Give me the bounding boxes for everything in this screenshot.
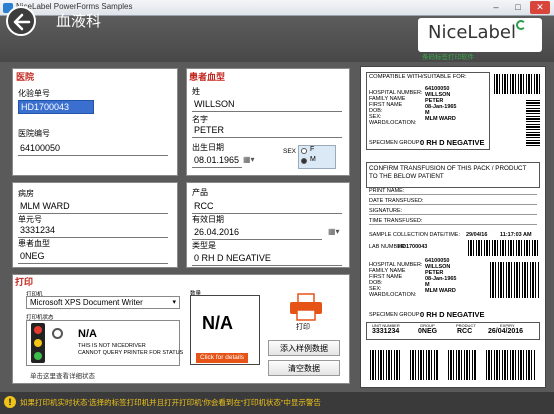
- ward-label: 病房: [18, 189, 34, 198]
- expiry-input[interactable]: 26.04.2016: [192, 226, 322, 240]
- label-field-row: WARD/LOCATION: MLM WARD: [369, 288, 479, 298]
- lab-number-value: HD1700043: [398, 244, 428, 250]
- print-button-label[interactable]: 打印: [296, 322, 310, 332]
- lab-no-label: 化验单号: [18, 89, 50, 98]
- maximize-button[interactable]: □: [508, 1, 528, 14]
- unit-input[interactable]: 3331234: [18, 224, 168, 238]
- unit-val: 3331234: [372, 328, 400, 335]
- product-val: RCC: [457, 328, 473, 335]
- barcode-icon: [486, 350, 536, 380]
- page-title: 血液科: [56, 12, 102, 30]
- signature-line: SIGNATURE:: [369, 208, 537, 215]
- product-input[interactable]: RCC: [192, 200, 342, 214]
- barcode-icon: [448, 350, 476, 380]
- print-section-title: 打印: [15, 277, 34, 287]
- green-light: [34, 352, 42, 360]
- barcode-icon: [370, 350, 400, 380]
- dob-label: 出生日期: [192, 143, 224, 152]
- yellow-light: [34, 339, 42, 347]
- quantity-value: N/A: [202, 313, 233, 333]
- first-name-input[interactable]: PETER: [192, 124, 342, 138]
- print-name-line: PRINT NAME:: [369, 188, 537, 195]
- patient-blood-label: 患者血型: [18, 239, 50, 248]
- sex-label: SEX: [283, 148, 297, 155]
- sample-collection-time: 11:17:03 AM: [500, 232, 532, 238]
- barcode-icon: [468, 240, 540, 256]
- sex-f-radio[interactable]: [301, 148, 307, 154]
- label-bottom-fields: HOSPITAL NUMBER: 64100050 FAMILY NAME WILL…: [369, 258, 479, 298]
- status-hint: 单击这里查看详细状态: [30, 373, 95, 380]
- specimen-group-value: 0 RH D NEGATIVE: [420, 138, 485, 147]
- arrow-left-icon: [13, 13, 31, 31]
- type-label: 类型是: [192, 241, 216, 250]
- warning-circle-icon: [52, 328, 63, 339]
- status-bar-text: 如果打印机实时状态‘选择的标签打印机并且打开打印机’你会看到在“打印机状态”中显…: [20, 398, 321, 407]
- sex-f-label: F: [310, 146, 315, 153]
- label-top-fields: HOSPITAL NUMBER: 64100050 FAMILY NAME WILL…: [369, 86, 479, 126]
- close-button[interactable]: ✕: [530, 1, 550, 14]
- vertical-barcode-icon: [526, 100, 540, 146]
- type-input[interactable]: 0 RH D NEGATIVE: [192, 252, 342, 266]
- logo-subtitle: 条码标签打印软件: [422, 54, 474, 61]
- printer-select-value: Microsoft XPS Document Writer: [30, 298, 143, 307]
- logo-text: NiceLabel: [428, 22, 516, 43]
- barcode-icon: [494, 74, 540, 94]
- hospital-section-title: 医院: [16, 72, 35, 82]
- calendar-icon[interactable]: ▦▾: [328, 227, 340, 236]
- dob-input[interactable]: 08.01.1965: [192, 154, 242, 168]
- status-code: N/A: [78, 328, 97, 340]
- surname-input[interactable]: WILLSON: [192, 98, 342, 112]
- label-field-row: WARD/LOCATION: MLM WARD: [369, 116, 479, 126]
- printer-icon: [290, 293, 322, 321]
- sample-data-button[interactable]: 添入样例数据: [268, 340, 340, 356]
- sample-collection-date: 29/04/16: [466, 232, 488, 238]
- calendar-icon[interactable]: ▦▾: [243, 155, 255, 164]
- print-button[interactable]: [288, 292, 324, 322]
- surname-label: 姓: [192, 87, 200, 96]
- expiry-label: 有效日期: [192, 215, 224, 224]
- label-top-title: COMPATIBLE WITH/SUITABLE FOR:: [369, 74, 467, 80]
- clear-data-button[interactable]: 清空数据: [268, 360, 340, 376]
- status-line-2: CANNOT QUERY PRINTER FOR STATUS: [78, 350, 184, 356]
- hospital-no-label: 医院编号: [18, 129, 50, 138]
- info-icon: !: [4, 396, 16, 408]
- barcode-icon: [410, 350, 438, 380]
- specimen-group-value-2: 0 RH D NEGATIVE: [420, 310, 485, 319]
- details-link[interactable]: Click for details: [196, 353, 248, 363]
- hospital-no-input[interactable]: 64100050: [18, 142, 168, 156]
- printer-select[interactable]: Microsoft XPS Document Writer ▾: [26, 296, 180, 309]
- group-val: 0NEG: [418, 328, 438, 335]
- specimen-group-label-2: SPECIMEN GROUP:: [369, 312, 421, 318]
- sample-collection-label: SAMPLE COLLECTION DATE/TIME:: [369, 232, 460, 238]
- expiry-val: 26/04/2016: [488, 328, 524, 335]
- confirm-line-2: TO THE BELOW PATIENT: [369, 173, 444, 180]
- red-light: [34, 326, 42, 334]
- label-field-value: MLM WARD: [425, 116, 456, 122]
- sex-m-radio[interactable]: [301, 158, 307, 164]
- logo-swoosh-icon: [516, 20, 526, 30]
- patient-section-title: 患者血型: [189, 72, 226, 82]
- label-field-key: WARD/LOCATION:: [369, 120, 417, 126]
- sex-m-label: M: [310, 156, 316, 163]
- back-button[interactable]: [6, 6, 36, 36]
- minimize-button[interactable]: –: [486, 1, 506, 14]
- traffic-light-icon: [31, 323, 45, 363]
- ward-input[interactable]: MLM WARD: [18, 200, 168, 214]
- status-line-1: THIS IS NOT NICEDRIVER: [78, 343, 146, 349]
- label-field-key: WARD/LOCATION:: [369, 292, 417, 298]
- date-transfused-line: DATE TRANSFUSED:: [369, 198, 537, 205]
- specimen-group-label: SPECIMEN GROUP:: [369, 140, 421, 146]
- patient-blood-input[interactable]: 0NEG: [18, 250, 168, 264]
- product-label: 产品: [192, 188, 208, 197]
- label-field-value: MLM WARD: [425, 288, 456, 294]
- chevron-down-icon: ▾: [172, 299, 176, 306]
- barcode-icon: [490, 262, 540, 298]
- lab-no-input[interactable]: HD1700043: [18, 100, 94, 114]
- time-transfused-line: TIME TRANSFUSED:: [369, 218, 537, 225]
- hospital-panel: [12, 68, 178, 176]
- confirm-line-1: CONFIRM TRANSFUSION OF THIS PACK / PRODU…: [369, 165, 527, 172]
